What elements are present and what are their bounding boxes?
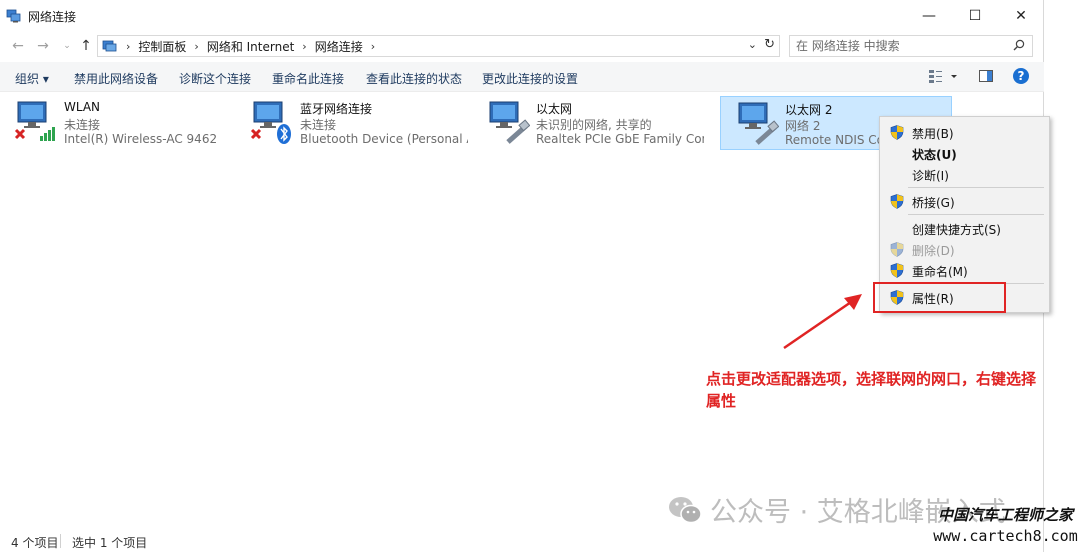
connection-device: Intel(R) Wireless-AC 9462 (64, 132, 218, 146)
change-view-icon[interactable] (928, 68, 958, 87)
properties-highlight-box (873, 282, 1006, 313)
uac-shield-icon (890, 194, 904, 209)
connection-status: 未连接 (300, 118, 337, 132)
wireless-adapter-icon (14, 100, 55, 141)
connection-name: 以太网 2 (785, 103, 833, 117)
back-arrow-icon[interactable]: ← (9, 36, 27, 56)
view-status-button[interactable]: 查看此连接的状态 (366, 70, 462, 87)
ethernet-adapter-icon (486, 100, 531, 144)
menu-label: 重命名(M) (912, 265, 968, 279)
disable-device-button[interactable]: 禁用此网络设备 (74, 70, 158, 87)
menu-label: 诊断(I) (912, 169, 949, 183)
breadcrumb-network-internet[interactable]: 网络和 Internet (207, 38, 294, 55)
rename-connection-button[interactable]: 重命名此连接 (272, 70, 344, 87)
menu-item-disable[interactable]: 禁用(B) (880, 122, 1049, 142)
change-settings-button[interactable]: 更改此连接的设置 (482, 70, 578, 87)
window-title: 网络连接 (28, 9, 77, 24)
diagnose-connection-button[interactable]: 诊断这个连接 (179, 70, 251, 87)
menu-label: 创建快捷方式(S) (912, 223, 1001, 237)
minimize-button[interactable]: — (906, 0, 952, 32)
site-watermark: 中国汽车工程师之家 www.cartech8.com (933, 504, 1078, 545)
menu-item-bridge[interactable]: 桥接(G) (880, 191, 1049, 211)
menu-item-status[interactable]: 状态(U) (880, 143, 1049, 163)
bluetooth-adapter-icon (250, 100, 291, 144)
connection-device: Realtek PCIe GbE Family Contr... (536, 132, 704, 146)
svg-text:?: ? (1018, 69, 1025, 83)
menu-label: 状态(U) (912, 148, 957, 162)
connection-name: 以太网 (536, 102, 573, 116)
annotation-instruction: 点击更改适配器选项，选择联网的网口，右键选择属性 (706, 370, 1037, 410)
organize-menu-button[interactable]: 组织 ▾ (15, 70, 49, 87)
selected-count: 选中 1 个项目 (72, 536, 148, 550)
annotation-arrow-icon (783, 294, 862, 350)
breadcrumb-separator-icon: › (194, 39, 199, 53)
site-watermark-title: 中国汽车工程师之家 (937, 506, 1073, 524)
menu-label: 禁用(B) (912, 127, 954, 141)
address-bar[interactable]: › 控制面板 › 网络和 Internet › 网络连接 › ⌄ ↻ (97, 35, 780, 57)
forward-arrow-icon[interactable]: → (34, 36, 52, 56)
maximize-button[interactable]: ☐ (952, 0, 998, 32)
title-bar: 网络连接 — ☐ ✕ (0, 0, 1044, 32)
connection-item-bluetooth[interactable]: 蓝牙网络连接 未连接 Bluetooth Device (Personal Ar… (236, 96, 468, 150)
connection-name: WLAN (64, 100, 101, 114)
help-icon[interactable]: ? (1012, 67, 1030, 88)
breadcrumb-separator-icon: › (302, 39, 307, 53)
preview-pane-icon[interactable] (978, 68, 994, 87)
uac-shield-icon (890, 125, 904, 140)
up-arrow-icon[interactable]: ↑ (77, 36, 95, 56)
address-row: ← → ⌄ ↑ › 控制面板 › 网络和 Internet › 网络连接 › ⌄… (0, 32, 1044, 60)
search-icon[interactable] (1010, 39, 1028, 54)
menu-label: 删除(D) (912, 244, 955, 258)
search-box[interactable] (789, 35, 1033, 57)
connection-item-ethernet[interactable]: 以太网 未识别的网络, 共享的 Realtek PCIe GbE Family … (472, 96, 704, 150)
connection-device: Bluetooth Device (Personal Ar... (300, 132, 468, 146)
connection-status: 网络 2 (785, 119, 821, 133)
connection-item-wlan[interactable]: WLAN 未连接 Intel(R) Wireless-AC 9462 (0, 96, 232, 150)
menu-label: 桥接(G) (912, 196, 955, 210)
menu-item-create-shortcut[interactable]: 创建快捷方式(S) (880, 218, 1049, 238)
menu-item-diagnose[interactable]: 诊断(I) (880, 164, 1049, 184)
status-bar: 4 个项目 选中 1 个项目 (0, 530, 1044, 552)
item-count: 4 个项目 (11, 536, 59, 550)
uac-shield-icon (890, 242, 904, 257)
menu-item-rename[interactable]: 重命名(M) (880, 260, 1049, 280)
breadcrumb-control-panel[interactable]: 控制面板 (138, 38, 186, 55)
menu-separator (908, 214, 1044, 215)
uac-shield-icon (890, 263, 904, 278)
breadcrumb-separator-icon[interactable]: › (371, 40, 375, 53)
connection-status: 未连接 (64, 118, 101, 132)
control-panel-icon (102, 39, 118, 53)
command-bar: 组织 ▾ 禁用此网络设备 诊断这个连接 重命名此连接 查看此连接的状态 更改此连… (0, 62, 1044, 92)
connection-name: 蓝牙网络连接 (300, 102, 373, 116)
address-history-chevron-icon[interactable]: ⌄ (748, 38, 757, 51)
recent-locations-chevron-icon[interactable]: ⌄ (58, 36, 76, 56)
close-button[interactable]: ✕ (998, 0, 1044, 32)
menu-separator (908, 187, 1044, 188)
connection-status: 未识别的网络, 共享的 (536, 118, 652, 132)
breadcrumb-separator-icon: › (126, 39, 131, 53)
ethernet-adapter-icon (735, 101, 780, 145)
wechat-logo-icon (669, 496, 702, 523)
search-input[interactable] (796, 39, 1010, 53)
site-watermark-url: www.cartech8.com (933, 527, 1078, 545)
status-divider (60, 534, 61, 548)
breadcrumb-network-connections[interactable]: 网络连接 (315, 38, 363, 55)
refresh-icon[interactable]: ↻ (764, 37, 775, 52)
network-connections-icon (6, 9, 22, 23)
menu-item-delete: 删除(D) (880, 239, 1049, 259)
